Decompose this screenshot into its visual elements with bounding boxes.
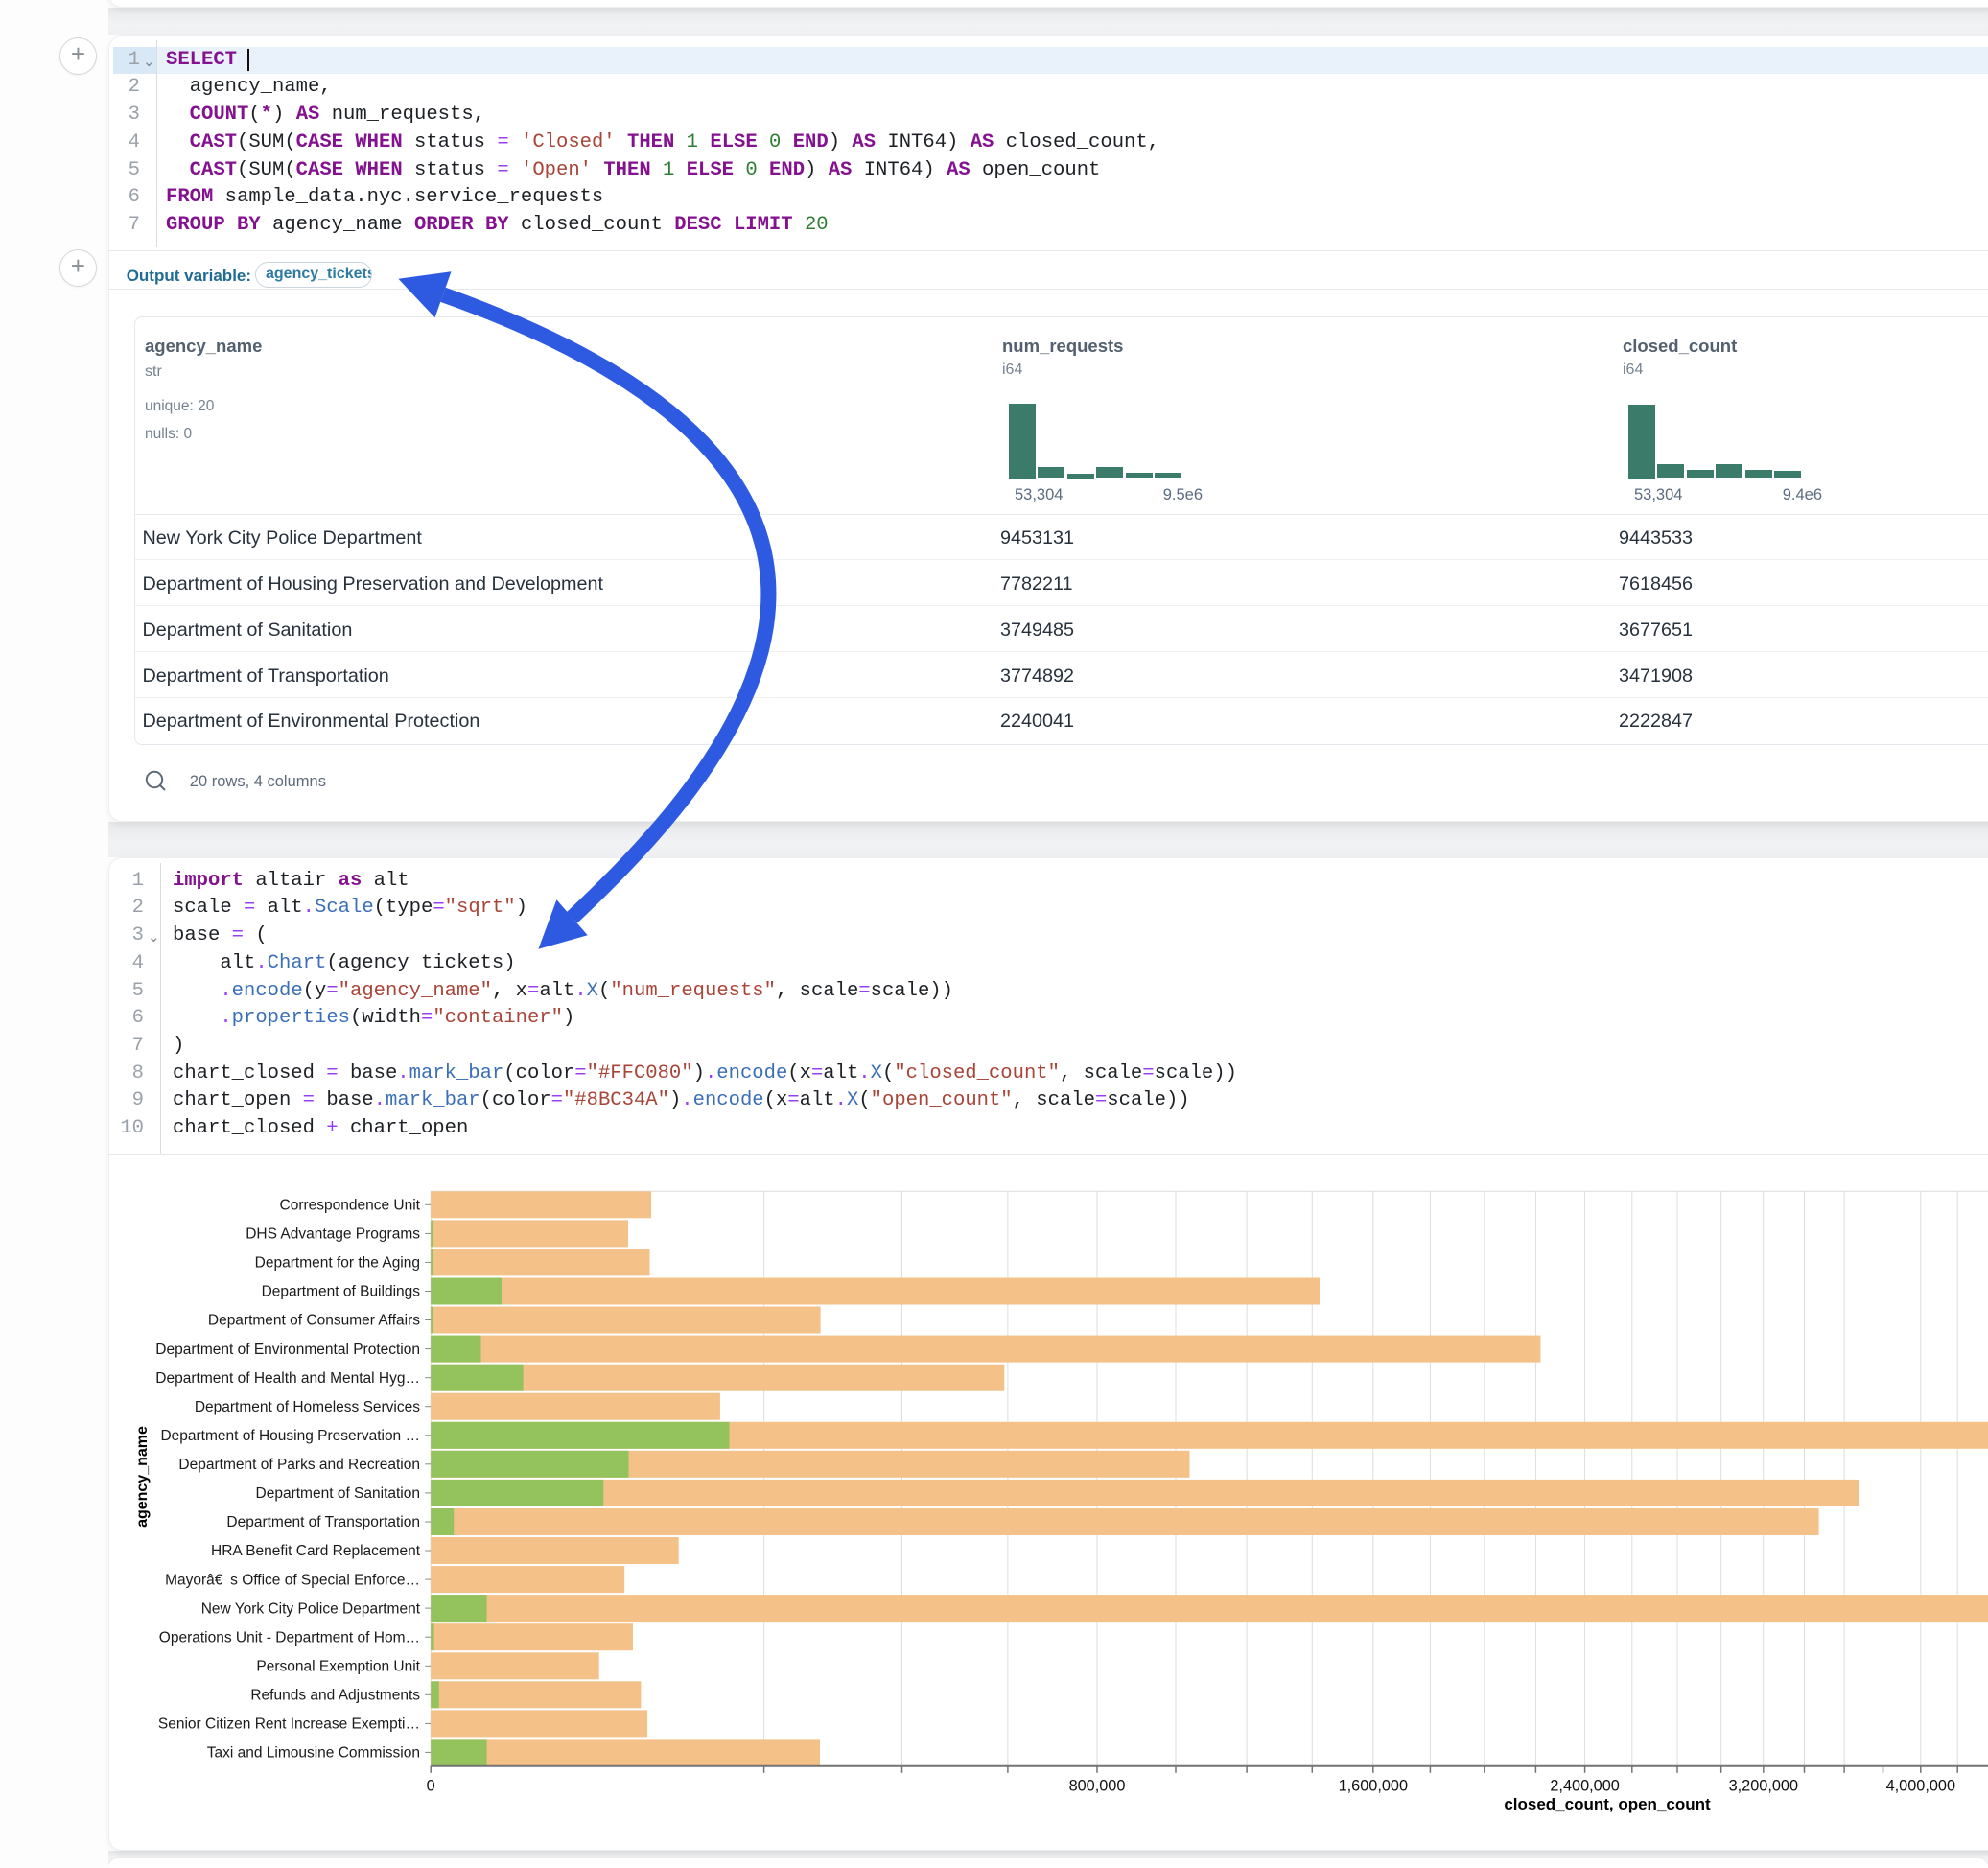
svg-text:Mayorâ€ s Office of Special En: Mayorâ€ s Office of Special Enforce… [165, 1572, 420, 1588]
svg-text:Refunds and Adjustments: Refunds and Adjustments [250, 1688, 420, 1704]
svg-text:4,000,000: 4,000,000 [1886, 1777, 1955, 1794]
svg-text:Taxi and Limousine Commission: Taxi and Limousine Commission [207, 1745, 420, 1762]
svg-text:HRA Benefit Card Replacement: HRA Benefit Card Replacement [211, 1543, 421, 1559]
svg-text:Department of Parks and Recrea: Department of Parks and Recreation [178, 1457, 420, 1473]
svg-text:Department of Health and Menta: Department of Health and Mental Hyg… [155, 1370, 420, 1387]
svg-text:Senior Citizen Rent Increase E: Senior Citizen Rent Increase Exempti… [158, 1716, 420, 1733]
svg-text:Department for the Aging: Department for the Aging [255, 1255, 420, 1272]
svg-text:New York City Police Departmen: New York City Police Department [201, 1600, 421, 1617]
svg-text:Department of Housing Preserva: Department of Housing Preservation … [160, 1428, 420, 1444]
svg-text:Department of Sanitation: Department of Sanitation [256, 1485, 420, 1502]
svg-text:Correspondence Unit: Correspondence Unit [280, 1198, 421, 1214]
svg-text:800,000: 800,000 [1069, 1777, 1126, 1794]
svg-text:Department of Transportation: Department of Transportation [226, 1514, 420, 1530]
svg-text:Personal Exemption Unit: Personal Exemption Unit [256, 1659, 420, 1675]
svg-text:agency_name: agency_name [134, 1426, 151, 1528]
svg-text:1,600,000: 1,600,000 [1339, 1777, 1408, 1794]
svg-text:closed_count, open_count: closed_count, open_count [1504, 1795, 1711, 1813]
svg-text:3,200,000: 3,200,000 [1729, 1777, 1798, 1794]
svg-text:Department of Homeless Service: Department of Homeless Services [195, 1399, 420, 1415]
svg-text:0: 0 [427, 1777, 435, 1794]
svg-text:Department of Environmental Pr: Department of Environmental Protection [155, 1342, 420, 1358]
svg-text:Department of Buildings: Department of Buildings [262, 1284, 421, 1300]
svg-text:DHS Advantage Programs: DHS Advantage Programs [246, 1226, 420, 1243]
svg-text:2,400,000: 2,400,000 [1550, 1777, 1619, 1794]
svg-text:Operations Unit - Department o: Operations Unit - Department of Hom… [159, 1629, 420, 1646]
svg-text:Department of Consumer Affairs: Department of Consumer Affairs [208, 1313, 420, 1329]
